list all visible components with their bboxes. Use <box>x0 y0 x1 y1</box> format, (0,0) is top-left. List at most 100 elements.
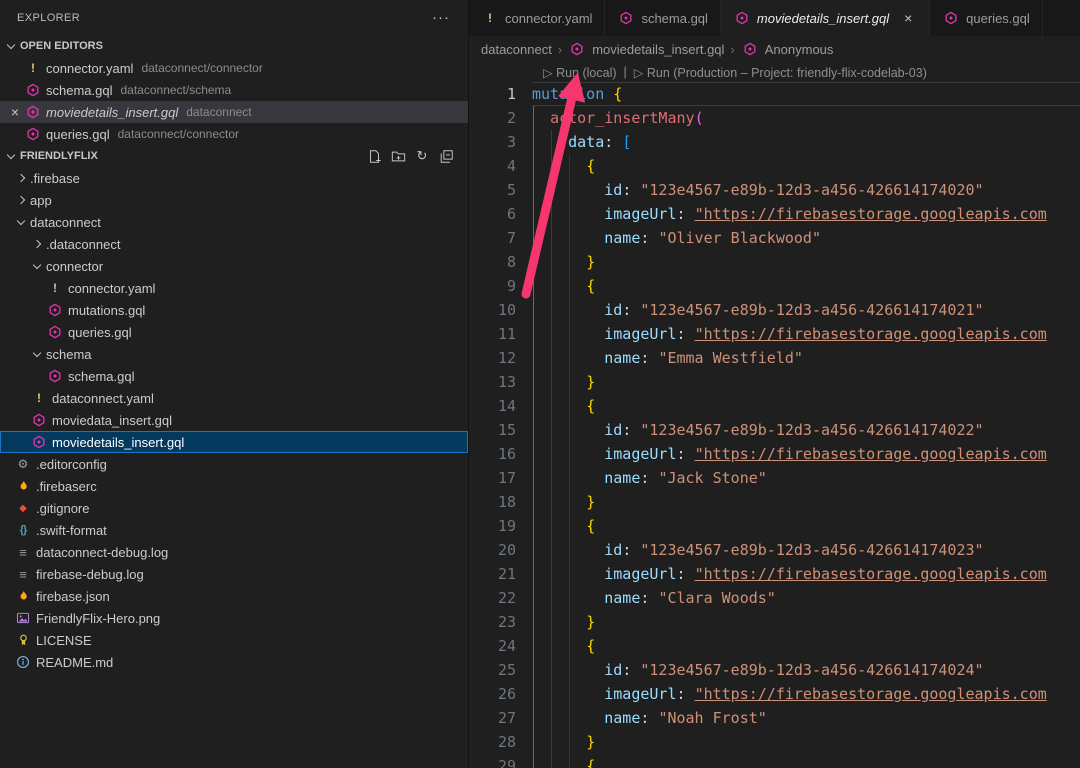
code-editor[interactable]: 1mutation {2 actor_insertMany(3 data: [4… <box>469 82 1080 768</box>
line-number: 28 <box>469 730 532 754</box>
close-icon[interactable]: × <box>899 10 917 26</box>
code-line[interactable]: 19 { <box>469 514 1080 538</box>
breadcrumb-item[interactable]: dataconnect <box>481 42 552 57</box>
tree-folder-schema[interactable]: schema <box>0 343 468 365</box>
code-line[interactable]: 21 imageUrl: "https://firebasestorage.go… <box>469 562 1080 586</box>
tab-queries.gql[interactable]: queries.gql <box>930 0 1043 36</box>
code-line[interactable]: 3 data: [ <box>469 130 1080 154</box>
code-line[interactable]: 10 id: "123e4567-e89b-12d3-a456-42661417… <box>469 298 1080 322</box>
tree-folder-.dataconnect[interactable]: .dataconnect <box>0 233 468 255</box>
code-token: "123e4567-e89b-12d3-a456-426614174024" <box>640 661 983 679</box>
code-line[interactable]: 28 } <box>469 730 1080 754</box>
code-token: name <box>604 589 640 607</box>
code-line[interactable]: 7 name: "Oliver Blackwood" <box>469 226 1080 250</box>
tree-file-moviedetails_insert.gql[interactable]: moviedetails_insert.gql <box>0 431 468 453</box>
code-link[interactable]: "https://firebasestorage.googleapis.com <box>695 325 1047 343</box>
tree-file-dataconnect.yaml[interactable]: !dataconnect.yaml <box>0 387 468 409</box>
code-line[interactable]: 27 name: "Noah Frost" <box>469 706 1080 730</box>
code-line[interactable]: 14 { <box>469 394 1080 418</box>
tree-file-firebase.json[interactable]: firebase.json <box>0 585 468 607</box>
code-line[interactable]: 29 { <box>469 754 1080 768</box>
code-token: { <box>586 157 595 175</box>
code-token <box>532 733 586 751</box>
tree-folder-connector[interactable]: connector <box>0 255 468 277</box>
tree-item-label: .swift-format <box>36 523 107 538</box>
open-editor-item[interactable]: queries.gqldataconnect/connector <box>0 123 468 145</box>
code-link[interactable]: "https://firebasestorage.googleapis.com <box>695 205 1047 223</box>
code-line[interactable]: 4 { <box>469 154 1080 178</box>
new-folder-icon[interactable] <box>388 146 408 166</box>
code-line[interactable]: 24 { <box>469 634 1080 658</box>
tree-folder-.firebase[interactable]: .firebase <box>0 167 468 189</box>
tree-file-schema.gql[interactable]: schema.gql <box>0 365 468 387</box>
code-token <box>532 493 586 511</box>
tree-folder-app[interactable]: app <box>0 189 468 211</box>
code-line[interactable]: 1mutation { <box>469 82 1080 106</box>
code-line[interactable]: 17 name: "Jack Stone" <box>469 466 1080 490</box>
more-actions-icon[interactable]: ··· <box>432 13 450 23</box>
open-editor-item[interactable]: ×moviedetails_insert.gqldataconnect <box>0 101 468 123</box>
code-line[interactable]: 12 name: "Emma Westfield" <box>469 346 1080 370</box>
code-token: mutation <box>532 85 604 103</box>
code-line[interactable]: 5 id: "123e4567-e89b-12d3-a456-426614174… <box>469 178 1080 202</box>
tree-file-README.md[interactable]: README.md <box>0 651 468 673</box>
code-link[interactable]: "https://firebasestorage.googleapis.com <box>695 685 1047 703</box>
tree-file-dataconnect-debug.log[interactable]: ≡dataconnect-debug.log <box>0 541 468 563</box>
close-icon[interactable]: × <box>6 104 24 120</box>
editor-group: !connector.yamlschema.gqlmoviedetails_in… <box>469 0 1080 768</box>
breadcrumb-item[interactable]: Anonymous <box>741 41 834 57</box>
code-line[interactable]: 23 } <box>469 610 1080 634</box>
tree-file-moviedata_insert.gql[interactable]: moviedata_insert.gql <box>0 409 468 431</box>
run-production-link[interactable]: ▷ Run (Production – Project: friendly-fl… <box>634 65 927 80</box>
open-editors-section-header[interactable]: OPEN EDITORS <box>0 35 468 57</box>
collapse-all-icon[interactable] <box>436 146 456 166</box>
code-line[interactable]: 26 imageUrl: "https://firebasestorage.go… <box>469 682 1080 706</box>
tree-file-.editorconfig[interactable]: ⚙.editorconfig <box>0 453 468 475</box>
tree-file-mutations.gql[interactable]: mutations.gql <box>0 299 468 321</box>
tab-label: connector.yaml <box>505 11 592 26</box>
open-editor-item[interactable]: !connector.yamldataconnect/connector <box>0 57 468 79</box>
code-line[interactable]: 13 } <box>469 370 1080 394</box>
refresh-icon[interactable]: ↻ <box>412 146 432 166</box>
code-line[interactable]: 9 { <box>469 274 1080 298</box>
code-token <box>532 517 586 535</box>
tree-file-FriendlyFlix-Hero.png[interactable]: FriendlyFlix-Hero.png <box>0 607 468 629</box>
line-number: 26 <box>469 682 532 706</box>
code-line[interactable]: 20 id: "123e4567-e89b-12d3-a456-42661417… <box>469 538 1080 562</box>
code-link[interactable]: "https://firebasestorage.googleapis.com <box>695 445 1047 463</box>
code-line[interactable]: 18 } <box>469 490 1080 514</box>
code-link[interactable]: "https://firebasestorage.googleapis.com <box>695 565 1047 583</box>
code-line[interactable]: 25 id: "123e4567-e89b-12d3-a456-42661417… <box>469 658 1080 682</box>
project-section-header[interactable]: FRIENDLYFLIX ↻ <box>0 145 468 167</box>
warning-icon: ! <box>46 280 64 296</box>
tree-file-.swift-format[interactable]: {}.swift-format <box>0 519 468 541</box>
code-token <box>532 469 604 487</box>
tab-moviedetails_insert.gql[interactable]: moviedetails_insert.gql× <box>721 0 930 36</box>
code-line[interactable]: 2 actor_insertMany( <box>469 106 1080 130</box>
open-editors-label: OPEN EDITORS <box>20 40 103 52</box>
tree-file-LICENSE[interactable]: LICENSE <box>0 629 468 651</box>
code-line[interactable]: 22 name: "Clara Woods" <box>469 586 1080 610</box>
tree-file-queries.gql[interactable]: queries.gql <box>0 321 468 343</box>
tab-schema.gql[interactable]: schema.gql <box>605 0 720 36</box>
tab-connector.yaml[interactable]: !connector.yaml <box>469 0 605 36</box>
code-line[interactable]: 15 id: "123e4567-e89b-12d3-a456-42661417… <box>469 418 1080 442</box>
breadcrumb-item[interactable]: moviedetails_insert.gql <box>568 41 724 57</box>
code-line[interactable]: 16 imageUrl: "https://firebasestorage.go… <box>469 442 1080 466</box>
tree-file-.firebaserc[interactable]: .firebaserc <box>0 475 468 497</box>
line-number: 1 <box>469 82 532 106</box>
code-line[interactable]: 8 } <box>469 250 1080 274</box>
code-line[interactable]: 11 imageUrl: "https://firebasestorage.go… <box>469 322 1080 346</box>
code-token: "123e4567-e89b-12d3-a456-426614174023" <box>640 541 983 559</box>
open-editor-item[interactable]: schema.gqldataconnect/schema <box>0 79 468 101</box>
tree-file-firebase-debug.log[interactable]: ≡firebase-debug.log <box>0 563 468 585</box>
explorer-title: EXPLORER <box>17 12 80 24</box>
tree-file-.gitignore[interactable]: ◆.gitignore <box>0 497 468 519</box>
code-token <box>532 685 604 703</box>
tree-file-connector.yaml[interactable]: !connector.yaml <box>0 277 468 299</box>
code-token: actor_insertMany <box>550 109 695 127</box>
new-file-icon[interactable] <box>364 146 384 166</box>
code-line[interactable]: 6 imageUrl: "https://firebasestorage.goo… <box>469 202 1080 226</box>
tree-folder-dataconnect[interactable]: dataconnect <box>0 211 468 233</box>
run-local-link[interactable]: ▷ Run (local) <box>543 65 617 80</box>
